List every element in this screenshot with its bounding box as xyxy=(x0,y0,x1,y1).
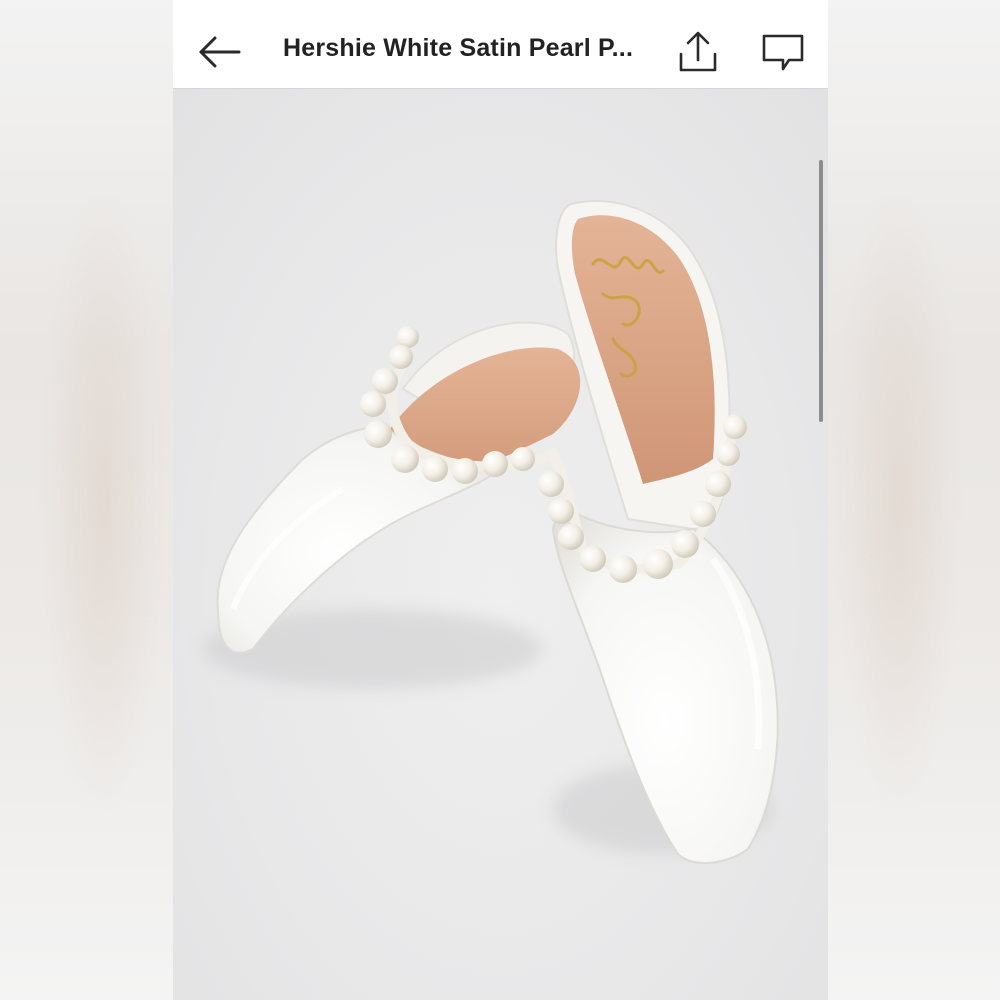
arrow-left-icon xyxy=(199,36,241,68)
screenshot-stage: Hershie White Satin Pearl P... xyxy=(0,0,1000,1000)
back-button[interactable] xyxy=(195,28,243,76)
page-title: Hershie White Satin Pearl P... xyxy=(283,34,634,62)
right-blur-margin xyxy=(828,0,1000,1000)
right-shoe xyxy=(551,200,779,865)
share-button[interactable] xyxy=(675,28,721,76)
phone-screen: Hershie White Satin Pearl P... xyxy=(173,0,828,1000)
left-blur-margin xyxy=(0,0,173,1000)
vertical-scrollbar[interactable] xyxy=(819,160,823,422)
share-upload-icon xyxy=(679,31,717,72)
shoes-illustration xyxy=(203,200,779,865)
top-nav-bar: Hershie White Satin Pearl P... xyxy=(173,0,828,89)
comment-icon xyxy=(762,34,804,71)
comment-button[interactable] xyxy=(759,30,807,74)
product-photo[interactable] xyxy=(173,89,828,1000)
